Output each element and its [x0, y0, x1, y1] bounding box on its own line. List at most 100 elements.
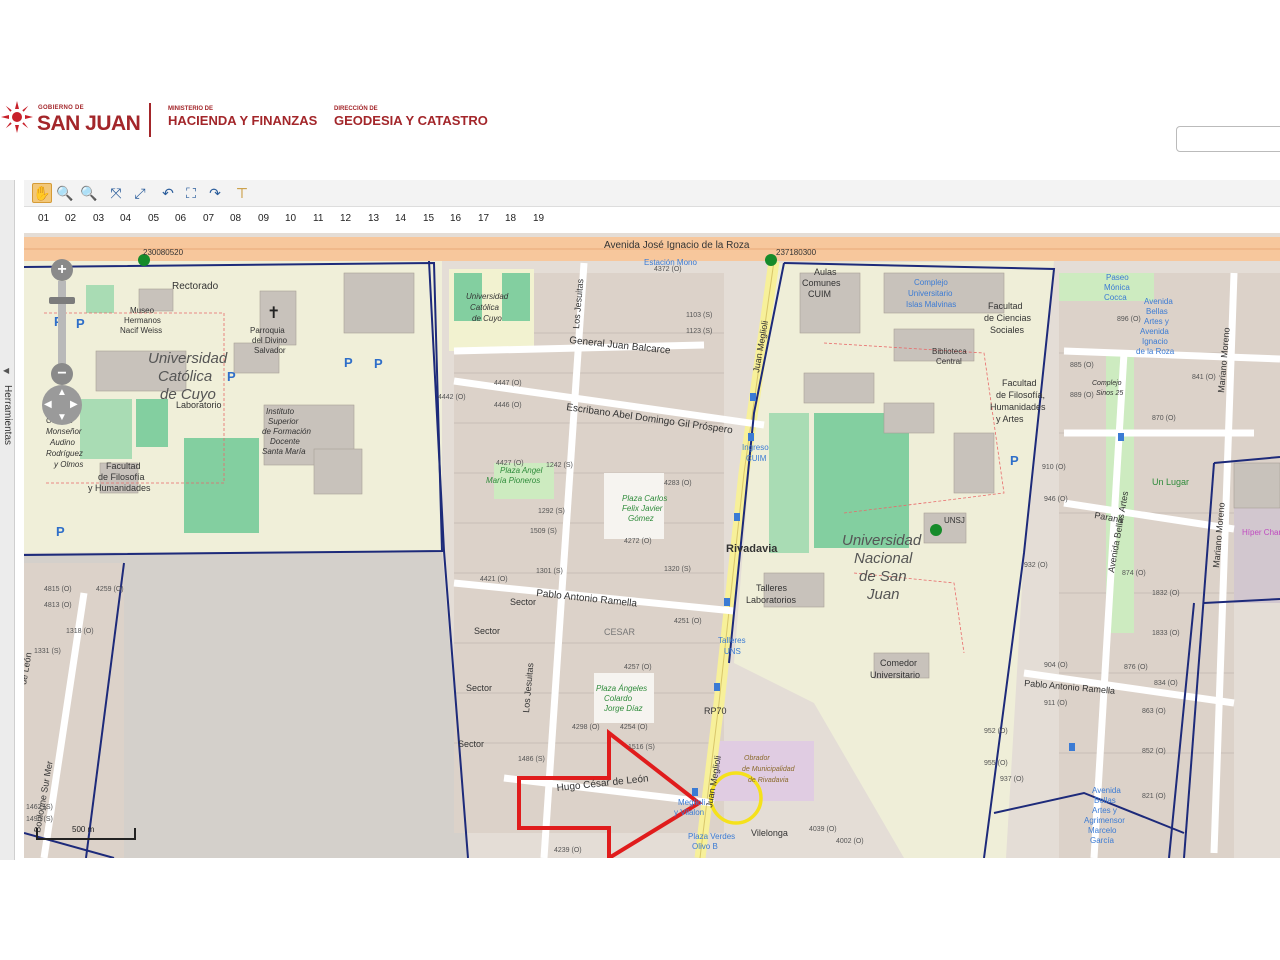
fac-cs-line: de Ciencias: [984, 313, 1032, 323]
ruler-label: 14: [395, 213, 407, 224]
zoom-extent-icon[interactable]: ⤧: [106, 183, 126, 203]
fac-fil-e-line: de Filosofía,: [996, 390, 1045, 400]
svg-text:4372 (O): 4372 (O): [654, 266, 682, 273]
pan-control[interactable]: ▲ ◀ ▶ ▼: [42, 385, 82, 425]
measure-icon[interactable]: ⊤: [232, 183, 252, 203]
ucc-name-line: Universidad: [148, 350, 228, 367]
colegio-line: y Olmos: [53, 460, 83, 469]
plaza-pioneros-line: Plaza Angel: [500, 466, 543, 475]
ministry-prefix: MINISTERIO DE: [168, 106, 214, 112]
parking-icon: P: [374, 356, 383, 371]
ruler-label: 11: [313, 213, 324, 224]
collapse-arrow-icon[interactable]: ◀: [3, 366, 9, 375]
ruler-label: 08: [230, 213, 242, 224]
svg-text:910 (O): 910 (O): [1042, 464, 1066, 471]
parroquia-line: del Divino: [252, 336, 288, 345]
museo-line: Hermanos: [124, 316, 161, 325]
ucc-small-line: de Cuyo: [472, 314, 502, 323]
complejo-line: Islas Malvinas: [906, 300, 956, 309]
comedor-line: Universitario: [870, 670, 920, 680]
fac-fh-line: Facultad: [106, 461, 141, 471]
parking-icon: P: [227, 369, 236, 384]
rivadavia-label: Rivadavia: [726, 543, 778, 555]
svg-text:4442 (O): 4442 (O): [438, 394, 466, 401]
map-svg[interactable]: P P P P P P P ✝ Avenida José Ignacio de …: [24, 233, 1280, 858]
zoom-full-icon[interactable]: ⤢: [130, 183, 150, 203]
undo-icon[interactable]: ↶: [158, 183, 178, 203]
complejo25-line: Complejo: [1092, 380, 1122, 387]
ruler-label: 16: [450, 213, 462, 224]
map-canvas[interactable]: P P P P P P P ✝ Avenida José Ignacio de …: [24, 233, 1280, 858]
laboratorio-label: Laboratorio: [176, 400, 222, 410]
street-vilelonga-label: Vilelonga: [751, 828, 788, 838]
un-lugar-label: Un Lugar: [1152, 477, 1189, 487]
talleres-uns-line: Talleres: [718, 636, 746, 645]
ruler-label: 03: [93, 213, 105, 224]
zoom-out-button[interactable]: −: [51, 363, 73, 385]
redo-icon[interactable]: ↷: [205, 183, 225, 203]
avenida-ba-line: Avenida: [1140, 327, 1169, 336]
fac-fh-line: de Filosofía: [98, 472, 145, 482]
svg-text:1103 (S): 1103 (S): [686, 312, 712, 319]
obrador-line: de Municipalidad: [742, 766, 796, 773]
zoom-in-button[interactable]: +: [51, 259, 73, 281]
paseo-line: Paseo: [1106, 273, 1129, 282]
complejo-line: Universitario: [908, 289, 953, 298]
plaza-angeles-line: Jorge Díaz: [603, 704, 643, 713]
svg-text:870 (O): 870 (O): [1152, 415, 1176, 422]
zoom-slider-track[interactable]: [58, 281, 66, 365]
svg-text:1331 (S): 1331 (S): [34, 648, 61, 655]
tools-panel-label[interactable]: Herramientas: [1, 385, 13, 445]
complejo-line: Complejo: [914, 278, 948, 287]
pan-right-icon[interactable]: ▶: [70, 399, 78, 410]
zoom-slider-handle[interactable]: [49, 297, 75, 304]
search-input[interactable]: [1176, 126, 1280, 152]
ruler-label: 10: [285, 213, 297, 224]
svg-text:889 (O): 889 (O): [1070, 392, 1094, 399]
header-divider: [149, 103, 151, 137]
avenida-bottom-line: Marcelo: [1088, 826, 1117, 835]
zoom-box-icon[interactable]: ⛶: [181, 183, 201, 203]
province-name: SAN JUAN: [37, 112, 141, 135]
svg-text:4239 (O): 4239 (O): [554, 847, 582, 854]
avenida-bottom-line: Bellas: [1094, 796, 1116, 805]
svg-text:4272 (O): 4272 (O): [624, 538, 652, 545]
tools-side-panel[interactable]: ◀ Herramientas: [0, 180, 15, 860]
parroquia-line: Parroquia: [250, 326, 285, 335]
green-marker[interactable]: [930, 524, 942, 536]
zoom-in-icon[interactable]: 🔍: [55, 183, 75, 203]
svg-text:1833 (O): 1833 (O): [1152, 630, 1180, 637]
paseo-line: Cocca: [1104, 293, 1127, 302]
svg-text:4298 (O): 4298 (O): [572, 724, 600, 731]
ruler-label: 01: [38, 213, 50, 224]
instituto-line: Superior: [268, 417, 299, 426]
svg-text:4447 (O): 4447 (O): [494, 380, 522, 387]
ruler-label: 06: [175, 213, 187, 224]
zoom-out-icon[interactable]: 🔍: [79, 183, 99, 203]
instituto-line: Docente: [270, 437, 300, 446]
pan-up-icon[interactable]: ▲: [57, 387, 67, 398]
ingreso-line: Ingreso: [742, 443, 769, 452]
ruler-label: 05: [148, 213, 160, 224]
pan-down-icon[interactable]: ▼: [57, 412, 67, 423]
fac-cs-line: Facultad: [988, 301, 1023, 311]
header-banner: GOBIERNO DE SAN JUAN MINISTERIO DE HACIE…: [0, 95, 1280, 155]
svg-text:1832 (O): 1832 (O): [1152, 590, 1180, 597]
svg-text:1486 (S): 1486 (S): [518, 756, 545, 763]
church-cross-icon: ✝: [267, 305, 280, 322]
talleres-line: Laboratorios: [746, 595, 797, 605]
complejo25-line: Sinos 25: [1096, 390, 1123, 397]
svg-text:4259 (O): 4259 (O): [96, 586, 124, 593]
hand-pan-icon[interactable]: ✋: [32, 183, 52, 203]
scale-bar: 500 m: [36, 825, 136, 840]
instituto-line: de Formación: [262, 427, 311, 436]
pan-left-icon[interactable]: ◀: [44, 399, 52, 410]
san-juan-sun-logo-icon: [1, 101, 33, 133]
svg-text:4251 (O): 4251 (O): [674, 618, 702, 625]
road-number: 237180300: [776, 248, 817, 257]
svg-text:4421 (O): 4421 (O): [480, 576, 508, 583]
avenida-ba-line: Avenida: [1144, 297, 1173, 306]
colegio-line: Rodríguez: [46, 449, 83, 458]
avenida-bottom-line: García: [1090, 836, 1115, 845]
sector-label: Sector: [474, 626, 500, 636]
